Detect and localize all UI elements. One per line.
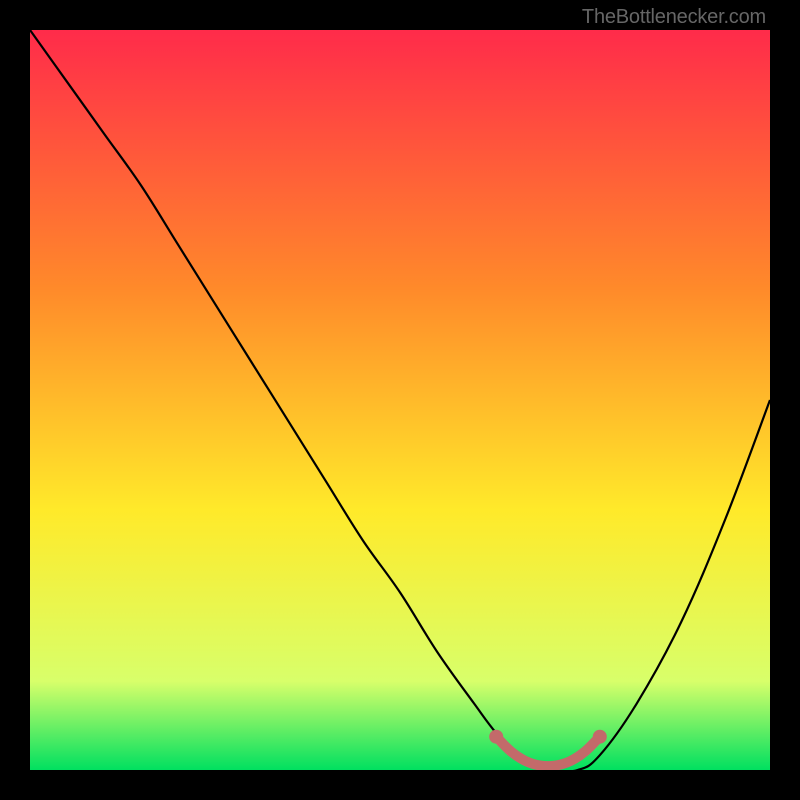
bottleneck-chart: [30, 30, 770, 770]
chart-frame: [30, 30, 770, 770]
highlight-endpoint-dot: [489, 730, 503, 744]
attribution-text: TheBottlenecker.com: [582, 6, 766, 29]
gradient-background: [30, 30, 770, 770]
highlight-endpoint-dot: [593, 730, 607, 744]
